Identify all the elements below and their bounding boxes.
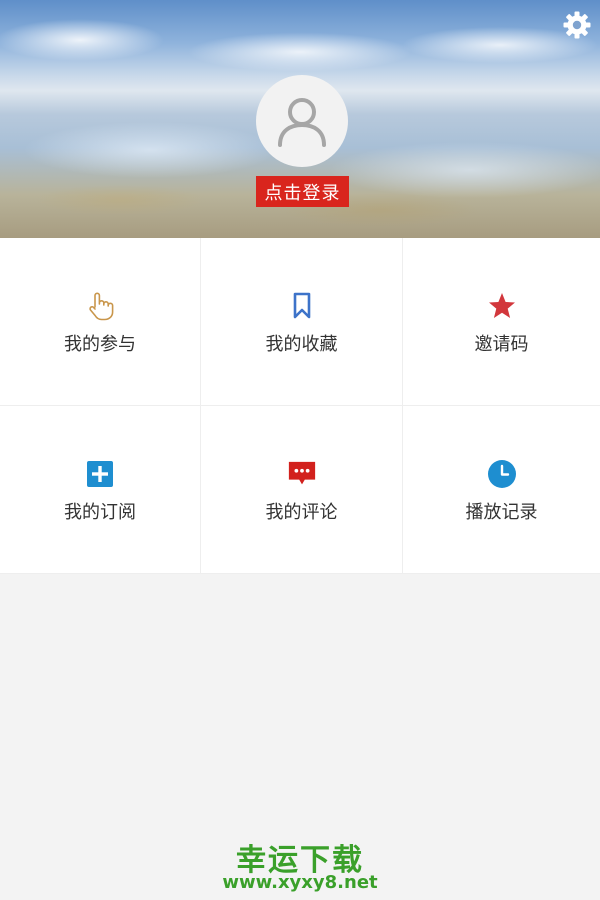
gear-icon[interactable] <box>562 10 592 40</box>
menu-item-label: 我的订阅 <box>64 502 136 523</box>
menu-item-subscriptions[interactable]: 我的订阅 <box>0 406 201 574</box>
user-icon <box>278 98 326 147</box>
hand-pointer-icon <box>85 291 115 321</box>
menu-item-invite-code[interactable]: 邀请码 <box>403 238 600 406</box>
comment-icon <box>287 459 317 489</box>
menu-item-favorites[interactable]: 我的收藏 <box>201 238 403 406</box>
menu-item-label: 我的收藏 <box>265 334 338 355</box>
avatar[interactable] <box>256 75 348 167</box>
menu-item-participation[interactable]: 我的参与 <box>0 238 201 406</box>
menu-item-label: 播放记录 <box>465 502 538 523</box>
profile-header: 点击登录 <box>0 0 600 238</box>
plus-square-icon <box>85 459 115 489</box>
menu-grid: 我的参与 我的收藏 邀请码 我的订阅 我的评论 播放记录 <box>0 238 600 574</box>
menu-item-label: 邀请码 <box>474 334 529 355</box>
watermark-url: www.xyxy8.net <box>222 872 378 893</box>
bookmark-icon <box>287 291 317 321</box>
clock-icon <box>487 459 517 489</box>
menu-item-label: 我的评论 <box>265 502 338 523</box>
star-icon <box>487 291 517 321</box>
menu-item-label: 我的参与 <box>64 334 136 355</box>
menu-item-play-history[interactable]: 播放记录 <box>403 406 600 574</box>
menu-item-comments[interactable]: 我的评论 <box>201 406 403 574</box>
login-button[interactable]: 点击登录 <box>256 176 349 207</box>
